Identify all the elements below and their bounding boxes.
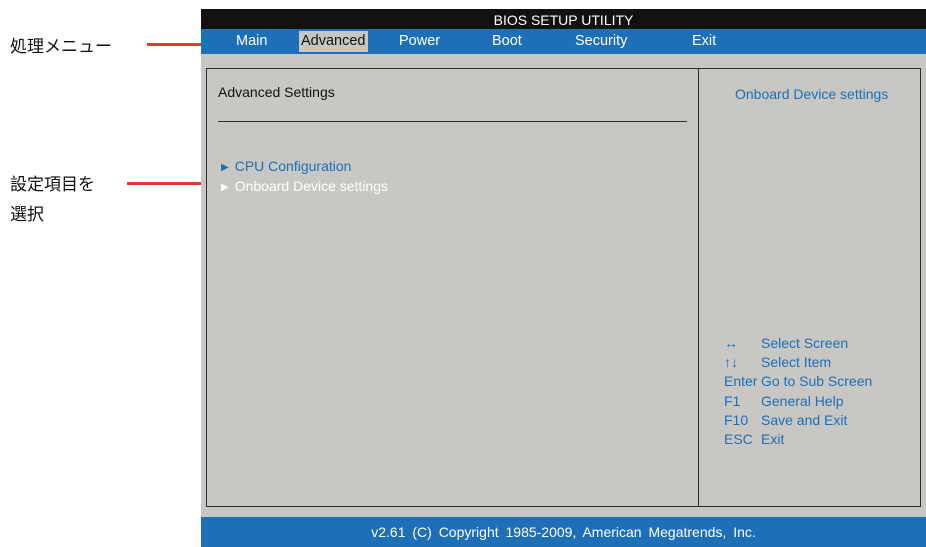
key-name: ESC xyxy=(724,430,753,447)
key-action: Select Screen xyxy=(761,335,849,351)
key-row: ↔ Select Screen xyxy=(724,334,872,353)
key-row: ↑↓ Select Item xyxy=(724,353,872,372)
bios-menu-bar: Main Advanced Power Boot Security Exit xyxy=(201,29,926,54)
menu-boot[interactable]: Boot xyxy=(490,31,524,52)
entry-onboard-device-settings[interactable]: ▶ Onboard Device settings xyxy=(221,178,388,194)
left-right-arrow-icon: ↔ xyxy=(724,335,738,351)
key-row: F10 Save and Exit xyxy=(724,411,872,430)
menu-security[interactable]: Security xyxy=(573,31,629,52)
triangle-right-icon: ▶ xyxy=(221,182,229,193)
key-row: ESC Exit xyxy=(724,430,872,449)
key-action: Select Item xyxy=(761,354,832,371)
select-annotation-label-line2: 選択 xyxy=(10,205,44,225)
triangle-right-icon: ▶ xyxy=(221,162,229,173)
menu-main[interactable]: Main xyxy=(234,31,269,52)
key-name: F10 xyxy=(724,411,749,428)
key-legend: ↔ Select Screen ↑↓ Select Item Enter Go to … xyxy=(724,334,872,449)
select-annotation-label-line1: 設定項目を xyxy=(10,175,95,195)
key-action: Go to Sub Screen xyxy=(761,373,873,390)
key-row: Enter Go to Sub Screen xyxy=(724,372,872,391)
menu-power[interactable]: Power xyxy=(397,31,442,52)
help-title: Onboard Device settings xyxy=(735,86,889,102)
bios-screen: BIOS SETUP UTILITY Main Advanced Power B… xyxy=(201,9,926,547)
section-divider xyxy=(218,121,687,122)
menu-exit[interactable]: Exit xyxy=(690,31,718,52)
entry-cpu-configuration[interactable]: ▶ CPU Configuration xyxy=(221,158,351,174)
menu-annotation-label: 処理メニュー xyxy=(10,37,112,57)
key-row: F1 General Help xyxy=(724,392,872,411)
entry-label: Onboard Device settings xyxy=(234,178,389,194)
menu-advanced[interactable]: Advanced xyxy=(299,31,368,52)
section-title: Advanced Settings xyxy=(218,84,335,100)
entry-label: CPU Configuration xyxy=(234,158,352,174)
key-name: Enter xyxy=(724,373,758,390)
key-action: General Help xyxy=(761,392,844,409)
copyright-footer: v2.61 (C) Copyright 1985-2009, American … xyxy=(201,517,926,547)
key-action: Save and Exit xyxy=(761,411,848,428)
key-action: Exit xyxy=(761,430,785,447)
bios-title: BIOS SETUP UTILITY xyxy=(201,9,926,29)
panel-divider xyxy=(698,68,699,507)
key-name: F1 xyxy=(724,392,741,409)
up-down-arrow-icon: ↑↓ xyxy=(724,354,738,371)
